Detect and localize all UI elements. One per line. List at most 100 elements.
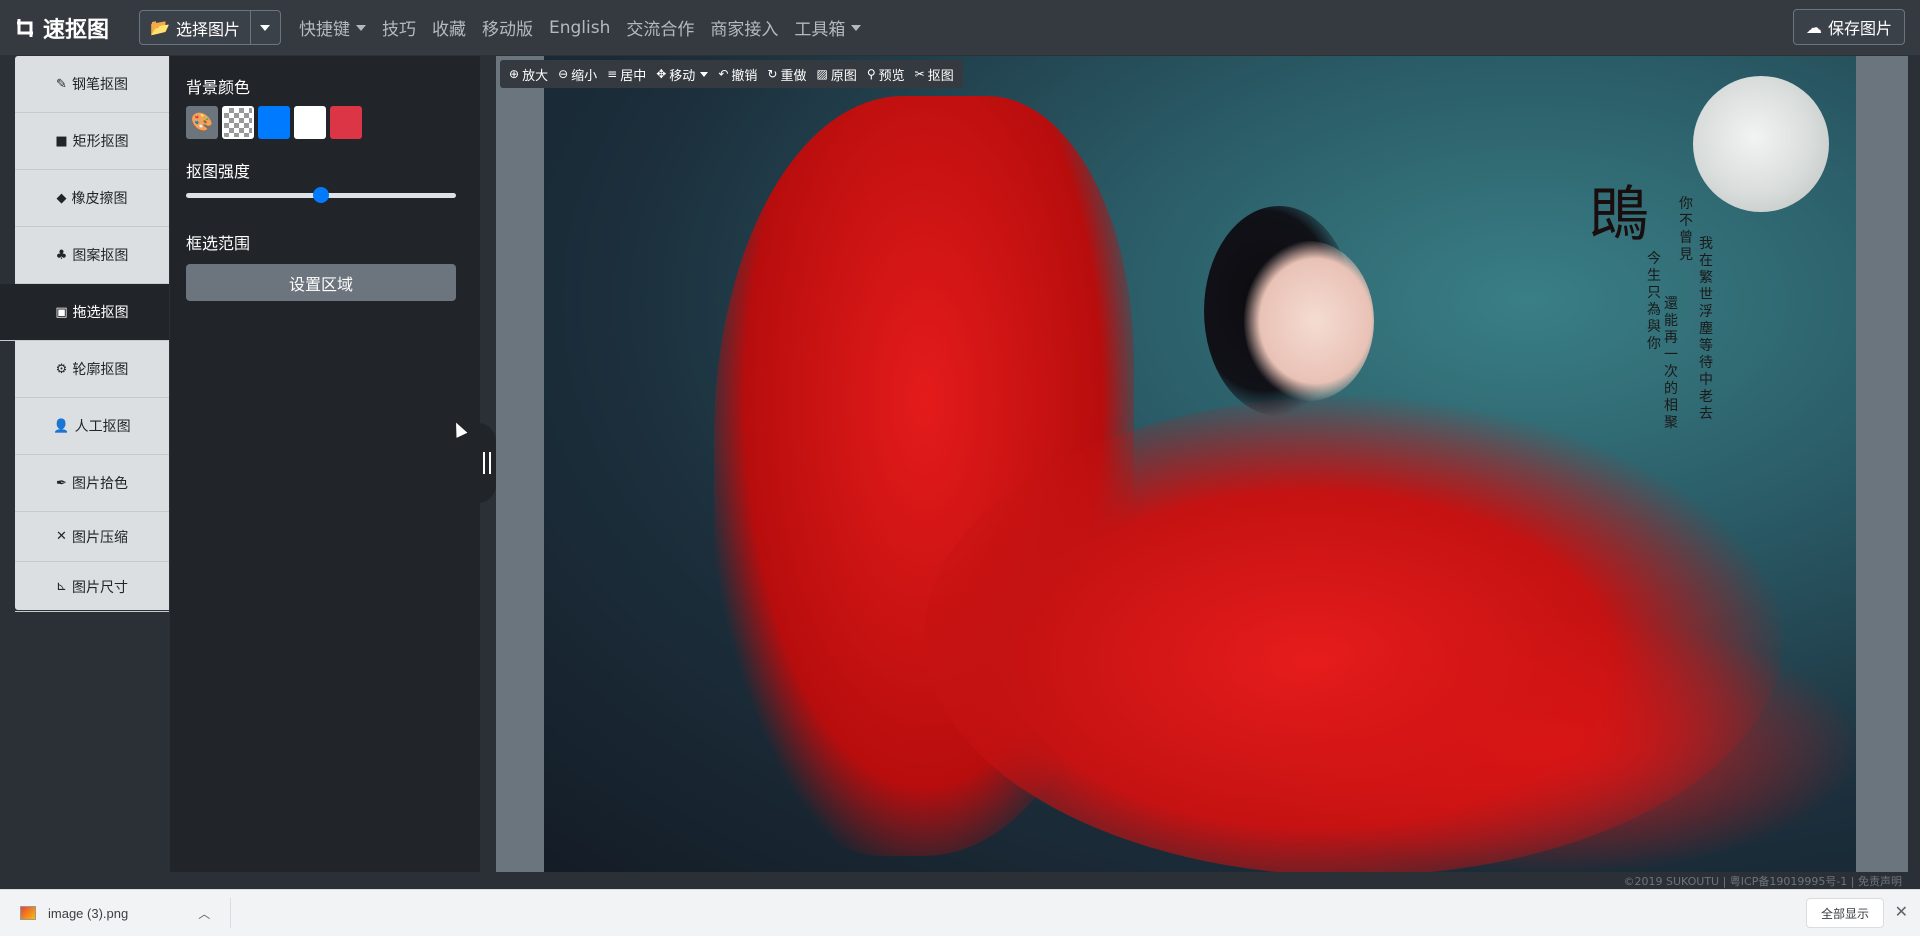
canvas-toolbar: ⊕ 放大 ⊖ 缩小 ≡ 居中 ✥ 移动 ↶ 撤销 ↻ 重做 ▨ 原图 ⚲ 预览 ✂ 抠图 bbox=[500, 60, 963, 88]
nav-link-label: 收藏 bbox=[431, 20, 466, 40]
close-icon[interactable]: ✕ bbox=[1895, 902, 1908, 921]
chevron-up-icon[interactable]: ︿ bbox=[198, 905, 210, 922]
canvas-tool-button[interactable]: ↶ 撤销 bbox=[718, 65, 757, 84]
canvas-tool-button[interactable]: ✥ 移动 bbox=[656, 65, 709, 84]
download-file-name[interactable]: image (3).png bbox=[48, 906, 128, 921]
save-image-button[interactable]: ☁ 保存图片 bbox=[1792, 9, 1905, 45]
canvas-tool-button[interactable]: ⊖ 缩小 bbox=[558, 65, 597, 84]
caret-down-icon bbox=[260, 24, 271, 31]
nav-link[interactable]: 技巧 bbox=[382, 15, 416, 40]
tool-tab[interactable]: 👤 人工抠图 bbox=[15, 398, 169, 455]
zoom-in-icon: ⊕ bbox=[509, 67, 520, 81]
strength-slider-thumb[interactable] bbox=[313, 187, 329, 203]
canvas-tool-label: 预览 bbox=[878, 68, 905, 84]
move-icon: ✥ bbox=[656, 67, 667, 81]
tool-tabs: ✎ 钢笔抠图 ■ 矩形抠图 ◆ 橡皮擦图 ♣ 图案抠图 ▣ 拖选抠图 ⚙ 轮廓抠图 👤 人工抠图 ✒ 图片拾色… bbox=[0, 56, 169, 612]
canvas-tool-button[interactable]: ✂ 抠图 bbox=[915, 65, 954, 84]
png-file-icon bbox=[20, 906, 36, 920]
tool-tab[interactable]: ⚙ 轮廓抠图 bbox=[15, 341, 169, 398]
transparent-swatch[interactable] bbox=[222, 106, 254, 139]
show-all-downloads-button[interactable]: 全部显示 bbox=[1805, 898, 1884, 928]
tool-tab[interactable]: ✎ 钢笔抠图 bbox=[15, 56, 169, 113]
tool-tab-label: 拖选抠图 bbox=[72, 305, 129, 321]
pen-icon: ✎ bbox=[56, 76, 67, 92]
tool-tab[interactable]: ♣ 图案抠图 bbox=[15, 227, 169, 284]
nav-link-label: English bbox=[548, 17, 611, 38]
tool-tab-label: 图片尺寸 bbox=[71, 579, 128, 596]
save-image-label: 保存图片 bbox=[1827, 19, 1892, 38]
tool-tab[interactable]: ■ 矩形抠图 bbox=[15, 113, 169, 170]
nav-link[interactable]: 交流合作 bbox=[626, 15, 694, 40]
divider bbox=[230, 898, 231, 928]
canvas-tool-button[interactable]: ⚲ 预览 bbox=[867, 65, 905, 84]
range-label: 框选范围 bbox=[186, 234, 251, 253]
canvas-tool-label: 抠图 bbox=[927, 68, 954, 84]
canvas-tool-label: 撤销 bbox=[731, 68, 758, 84]
poem-col-4: 還能再一次的相聚 bbox=[1664, 296, 1678, 431]
strength-slider[interactable] bbox=[186, 187, 456, 203]
photo-red-train bbox=[1244, 616, 1856, 872]
palette-icon: 🎨 bbox=[190, 112, 214, 133]
compress-icon: ✕ bbox=[56, 529, 67, 544]
poem-col-1: 你不曾見 bbox=[1679, 196, 1693, 263]
user-icon: 👤 bbox=[53, 418, 70, 434]
tool-tab[interactable]: ▣ 拖选抠图 bbox=[0, 284, 169, 341]
crop-logo-icon bbox=[17, 18, 33, 37]
canvas-tool-label: 缩小 bbox=[571, 68, 598, 84]
white-swatch[interactable] bbox=[294, 106, 326, 139]
nav-links: 快捷键 技巧 收藏 移动版 English 交流合作 商家接入 工具箱 bbox=[291, 15, 869, 40]
red-swatch[interactable] bbox=[330, 106, 362, 139]
strength-label: 抠图强度 bbox=[186, 162, 251, 181]
poem-col-3: 今生只為與你 bbox=[1647, 251, 1661, 352]
footer-copyright: ©2019 SUKOUTU | 粤ICP备19019995号-1 | 免责声明 bbox=[1623, 875, 1902, 888]
set-area-button[interactable]: 设置区域 bbox=[186, 264, 456, 301]
cloud-download-icon: ☁ bbox=[1805, 17, 1822, 37]
chalkboard-icon: ▣ bbox=[55, 304, 68, 320]
tool-tab-label: 钢笔抠图 bbox=[71, 77, 128, 93]
image-icon: ▨ bbox=[816, 67, 828, 81]
tool-tab-label: 图案抠图 bbox=[72, 248, 129, 264]
panel-collapse-handle[interactable] bbox=[478, 423, 496, 503]
nav-link[interactable]: 移动版 bbox=[482, 15, 533, 40]
nav-link-label: 商家接入 bbox=[710, 20, 779, 40]
select-image-button[interactable]: 📂 选择图片 bbox=[140, 11, 250, 44]
nav-link[interactable]: English bbox=[549, 18, 610, 38]
canvas-tool-label: 原图 bbox=[830, 68, 857, 84]
folder-open-icon: 📂 bbox=[150, 18, 170, 37]
nav-link[interactable]: 快捷键 bbox=[299, 15, 366, 40]
nav-link[interactable]: 商家接入 bbox=[710, 15, 778, 40]
select-image-dropdown-toggle[interactable] bbox=[249, 11, 280, 44]
tool-tab-label: 矩形抠图 bbox=[72, 134, 129, 150]
poem-col-2: 我在繁世浮塵等待中老去 bbox=[1699, 236, 1713, 422]
photo-moon bbox=[1693, 76, 1829, 212]
eraser-icon: ◆ bbox=[56, 190, 67, 206]
blue-swatch[interactable] bbox=[258, 106, 290, 139]
canvas-tool-button[interactable]: ↻ 重做 bbox=[767, 65, 806, 84]
undo-icon: ↶ bbox=[718, 67, 729, 81]
canvas-tool-button[interactable]: ⊕ 放大 bbox=[509, 65, 548, 84]
nav-link-label: 工具箱 bbox=[794, 20, 846, 40]
tool-tab[interactable]: ✒ 图片拾色 bbox=[15, 455, 169, 512]
palette-swatch[interactable]: 🎨 bbox=[186, 106, 218, 139]
tool-tab[interactable]: ◆ 橡皮擦图 bbox=[15, 170, 169, 227]
tool-tab-label: 人工抠图 bbox=[74, 419, 131, 435]
select-image-group: 📂 选择图片 bbox=[139, 10, 281, 45]
ruler-icon: ⊾ bbox=[56, 579, 67, 594]
nav-link-label: 交流合作 bbox=[626, 20, 695, 40]
tool-tab[interactable]: ⊾ 图片尺寸 bbox=[15, 562, 169, 612]
nav-link[interactable]: 收藏 bbox=[432, 15, 466, 40]
canvas-tool-label: 居中 bbox=[620, 68, 647, 84]
settings-panel: 背景颜色 🎨 抠图强度 框选范围 设置区域 bbox=[170, 56, 480, 872]
top-navbar: 速抠图 📂 选择图片 快捷键 技巧 收藏 移动版 English 交流合作 商家接入 工具箱 … bbox=[0, 0, 1920, 55]
tool-tab[interactable]: ✕ 图片压缩 bbox=[15, 512, 169, 562]
canvas-tool-button[interactable]: ≡ 居中 bbox=[607, 65, 646, 84]
canvas-tool-label: 重做 bbox=[780, 68, 807, 84]
robot-icon: ⚙ bbox=[55, 361, 68, 377]
brand[interactable]: 速抠图 bbox=[15, 12, 109, 44]
canvas-tool-button[interactable]: ▨ 原图 bbox=[816, 65, 856, 84]
photo-canvas[interactable]: 鵖 你不曾見 我在繁世浮塵等待中老去 今生只為與你 還能再一次的相聚 bbox=[544, 56, 1856, 872]
tool-tab-label: 轮廓抠图 bbox=[72, 362, 129, 378]
canvas-area[interactable]: 鵖 你不曾見 我在繁世浮塵等待中老去 今生只為與你 還能再一次的相聚 ⊕ 放大 ⊖ 缩… bbox=[496, 56, 1908, 872]
nav-link[interactable]: 工具箱 bbox=[794, 15, 862, 40]
square-icon: ■ bbox=[55, 133, 68, 149]
